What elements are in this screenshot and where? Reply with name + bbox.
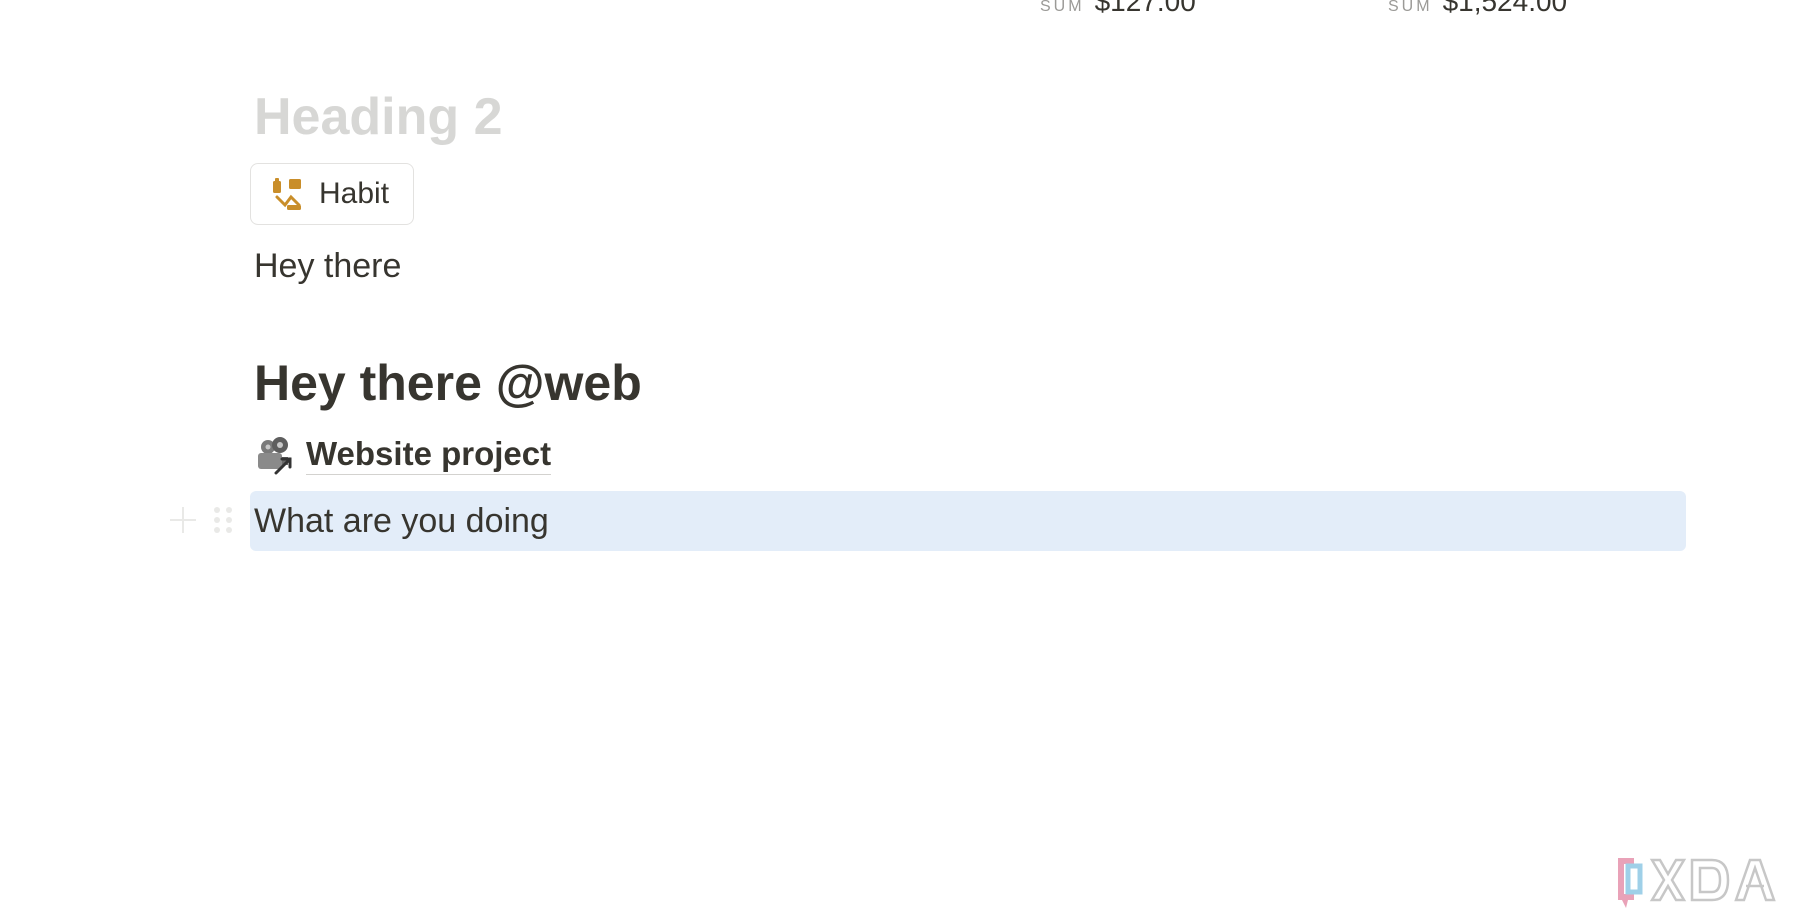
paragraph-block[interactable]: Hey there [254, 244, 401, 288]
sum-cell-1: SUM $127.00 [1040, 0, 1196, 18]
xda-logo-icon [1618, 858, 1776, 908]
habit-page-button[interactable]: Habit [250, 163, 415, 225]
habit-icon [273, 178, 301, 210]
website-project-label: Website project [306, 434, 552, 475]
block-handles [168, 505, 232, 535]
website-project-link[interactable]: Website project [254, 434, 552, 475]
xda-watermark-logo [1612, 850, 1790, 910]
plus-icon[interactable] [168, 505, 198, 535]
sum-value: $127.00 [1094, 0, 1196, 17]
heading-1-block[interactable]: Hey there @web [254, 352, 642, 414]
sum-label: SUM [1388, 0, 1433, 15]
drag-handle-icon[interactable] [214, 505, 232, 535]
notion-page: SUM $127.00 SUM $1,524.00 Heading 2 Habi… [0, 0, 1798, 924]
sum-cell-2: SUM $1,524.00 [1388, 0, 1567, 18]
habit-page-label: Habit [319, 177, 390, 210]
heading-2-placeholder[interactable]: Heading 2 [254, 86, 503, 148]
selected-paragraph-block[interactable]: What are you doing [254, 499, 549, 543]
film-projector-icon [258, 436, 292, 474]
sum-value: $1,524.00 [1442, 0, 1568, 17]
sum-label: SUM [1040, 0, 1085, 15]
